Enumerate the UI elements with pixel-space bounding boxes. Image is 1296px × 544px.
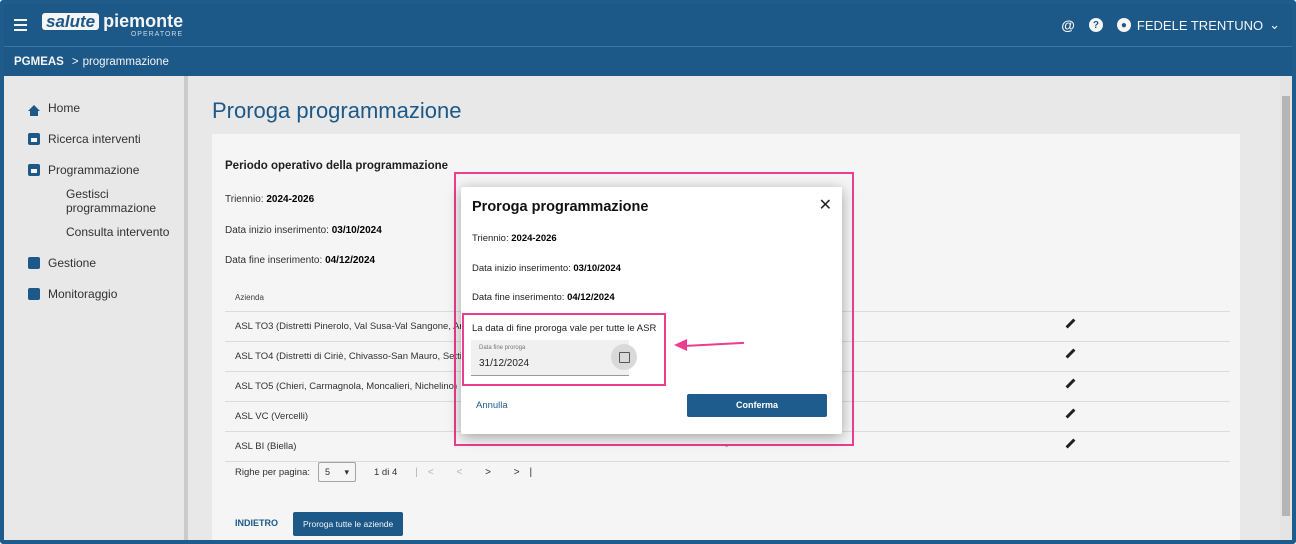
modal-fine-value: 04/12/2024 [567,292,615,303]
app-window: salute piemonte OPERATORE @ ? ● FEDELE T… [0,0,1296,544]
annotation-arrow-head [674,339,687,351]
proroga-modal: Proroga programmazione ✕ Triennio: 2024-… [461,187,842,434]
modal-triennio-value: 2024-2026 [511,233,557,244]
modal-triennio-label: Triennio: [472,233,509,244]
modal-fine: Data fine inserimento: 04/12/2024 [472,292,615,303]
highlight-box-field [462,313,666,386]
modal-inizio-label: Data inizio inserimento: [472,263,571,274]
modal-title: Proroga programmazione [472,199,649,215]
modal-fine-label: Data fine inserimento: [472,292,565,303]
modal-inizio-value: 03/10/2024 [573,263,621,274]
cancel-button[interactable]: Annulla [476,400,508,411]
modal-triennio: Triennio: 2024-2026 [472,233,557,244]
modal-inizio: Data inizio inserimento: 03/10/2024 [472,263,621,274]
close-icon[interactable]: ✕ [819,195,832,215]
confirm-button[interactable]: Conferma [687,394,827,417]
